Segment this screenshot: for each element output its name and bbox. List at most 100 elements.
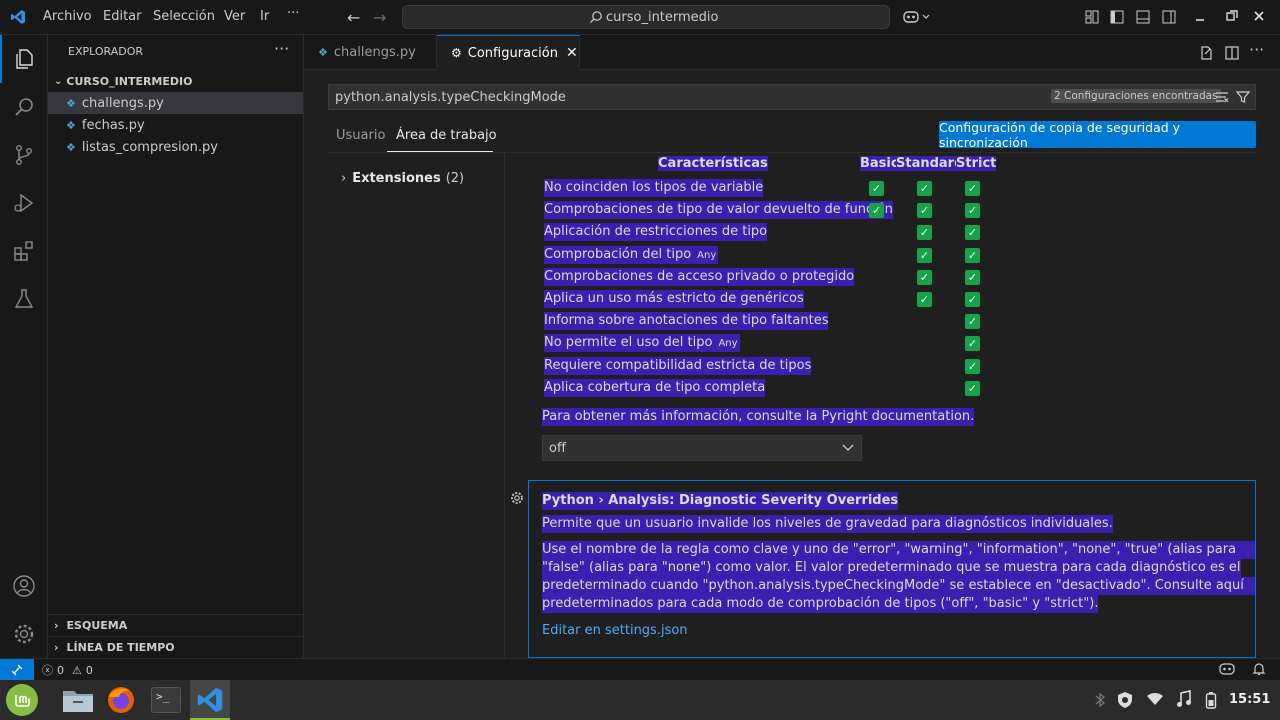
tree-item-extensiones[interactable]: › Extensiones (2) <box>341 171 464 186</box>
vscode-logo-icon[interactable] <box>10 9 26 25</box>
override-desc-2-line-1: Use el nombre de la regla como clave y u… <box>542 541 1255 575</box>
account-icon[interactable] <box>0 562 48 610</box>
toggle-panel-icon[interactable] <box>1136 10 1150 24</box>
clear-filter-icon[interactable] <box>1215 91 1229 103</box>
remote-indicator[interactable] <box>0 659 34 680</box>
notifications-bell-icon[interactable] <box>1252 662 1266 676</box>
check-mark-icon: ✓ <box>965 292 980 307</box>
menu-more-button[interactable]: ··· <box>287 6 299 21</box>
toggle-primary-sidebar-icon[interactable] <box>1110 10 1124 24</box>
back-arrow-icon[interactable]: ← <box>347 8 360 27</box>
override-desc-1: Permite que un usuario invalide los nive… <box>542 515 1113 533</box>
battery-icon[interactable] <box>1205 691 1217 709</box>
testing-flask-icon[interactable] <box>0 275 48 323</box>
title-bar: Archivo Editar Selección Ver Ir ··· ← → … <box>0 0 1280 35</box>
forward-arrow-icon[interactable]: → <box>373 8 386 27</box>
chevron-down-icon: ⌄ <box>54 75 63 87</box>
close-window-icon[interactable] <box>1253 10 1265 22</box>
command-center-search[interactable]: curso_intermedio <box>402 5 890 29</box>
explorer-icon[interactable] <box>0 35 48 83</box>
python-file-icon: ❖ <box>66 118 76 132</box>
vscode-taskbar-item[interactable] <box>190 680 230 720</box>
feature-row-label: Aplica cobertura de tipo completa <box>544 378 766 397</box>
warning-count: 0 <box>85 663 93 677</box>
files-app-icon[interactable] <box>62 686 94 714</box>
sidebar-more-button[interactable]: ··· <box>274 39 289 58</box>
override-desc-2-line-3: predeterminado cuando "python.analysis.t… <box>542 577 1255 611</box>
tab-configuracion[interactable]: ⚙ Configuración ✕ <box>437 35 580 70</box>
backup-sync-button[interactable]: Configuración de copia de seguridad y si… <box>939 120 1256 150</box>
terminal-icon[interactable]: >_ <box>151 687 181 713</box>
override-title: Python › Analysis: Diagnostic Severity O… <box>542 492 899 510</box>
folder-header[interactable]: ⌄ CURSO_INTERMEDIO <box>48 70 303 92</box>
check-mark-icon: ✓ <box>917 292 932 307</box>
mint-menu-icon[interactable] <box>6 684 38 716</box>
table-header-basic: Basic <box>860 156 899 171</box>
file-item-fechas[interactable]: ❖ fechas.py <box>48 114 303 136</box>
edit-settings-json-link[interactable]: Editar en settings.json <box>542 623 688 638</box>
feature-label-text: Aplicación de restricciones de tipo <box>544 224 768 240</box>
feature-row-label: Comprobación del tipo Any <box>544 245 719 264</box>
extensions-icon[interactable] <box>0 227 48 275</box>
tree-item-label: Extensiones <box>352 171 441 186</box>
settings-search-input[interactable]: python.analysis.typeCheckingMode 2 Confi… <box>328 84 1256 110</box>
clock[interactable]: 15:51 <box>1229 692 1270 707</box>
scope-tab-workspace[interactable]: Área de trabajo <box>396 128 497 143</box>
search-icon <box>589 10 603 24</box>
tree-divider <box>504 153 505 658</box>
editor-more-button[interactable]: ··· <box>1249 40 1264 59</box>
split-editor-icon[interactable] <box>1224 45 1240 61</box>
menu-ir[interactable]: Ir <box>260 9 269 24</box>
filter-icon[interactable] <box>1236 90 1250 104</box>
outline-section[interactable]: › ESQUEMA <box>48 614 303 636</box>
feature-label-text: Requiere compatibilidad estricta de tipo… <box>544 357 812 373</box>
manage-gear-icon[interactable] <box>0 610 48 658</box>
feature-label-text: No coinciden los tipos de variable <box>544 180 764 195</box>
menu-seleccion[interactable]: Selección <box>153 9 215 24</box>
copilot-icon[interactable] <box>903 9 933 25</box>
run-debug-icon[interactable] <box>0 179 48 227</box>
inline-code: Any <box>697 249 717 261</box>
source-control-icon[interactable] <box>0 131 48 179</box>
python-file-icon: ❖ <box>66 96 76 110</box>
file-item-listas[interactable]: ❖ listas_compresion.py <box>48 136 303 158</box>
table-header-features: Características <box>658 156 768 171</box>
music-note-icon[interactable] <box>1176 690 1192 708</box>
menu-archivo[interactable]: Archivo <box>43 9 92 24</box>
timeline-section[interactable]: › LÍNEA DE TIEMPO <box>48 636 303 658</box>
tab-challengs[interactable]: ❖ challengs.py <box>304 35 437 70</box>
type-checking-select[interactable]: off <box>542 435 862 461</box>
shield-icon[interactable] <box>1117 691 1133 709</box>
more-info-text: Para obtener más información, consulte l… <box>542 408 975 426</box>
setting-gear-icon[interactable] <box>510 491 524 505</box>
customize-layout-icon[interactable] <box>1085 10 1099 24</box>
check-mark-icon: ✓ <box>869 181 884 196</box>
sidebar-title: EXPLORADOR <box>68 45 144 58</box>
found-count-badge: 2 Configuraciones encontradas <box>1051 89 1221 103</box>
wifi-icon[interactable] <box>1146 692 1164 706</box>
bluetooth-icon[interactable] <box>1094 692 1106 708</box>
feature-label-text: Aplica un uso más estricto de genéricos <box>544 291 804 306</box>
problems-indicator[interactable]: ⓧ 0 ⚠ 0 <box>42 662 93 678</box>
copilot-status-icon[interactable] <box>1219 662 1235 676</box>
scope-tab-usuario[interactable]: Usuario <box>336 128 385 143</box>
close-tab-icon[interactable]: ✕ <box>566 45 578 61</box>
feature-row-label: No permite el uso del tipo Any <box>544 334 740 353</box>
check-mark-icon: ✓ <box>917 181 932 196</box>
vscode-app-icon <box>196 686 224 714</box>
check-mark-icon: ✓ <box>965 247 980 263</box>
restore-icon[interactable] <box>1226 10 1238 22</box>
tab-label: Configuración <box>467 45 558 61</box>
menu-editar[interactable]: Editar <box>103 9 142 24</box>
feature-row-label: No coinciden los tipos de variable <box>544 179 764 197</box>
file-item-challengs[interactable]: ❖ challengs.py <box>48 92 303 114</box>
folder-name: CURSO_INTERMEDIO <box>66 74 193 88</box>
minimize-icon[interactable] <box>1194 10 1206 24</box>
open-settings-json-icon[interactable] <box>1198 45 1214 61</box>
inline-code: Any <box>718 338 738 350</box>
search-icon[interactable] <box>0 83 48 131</box>
toggle-secondary-sidebar-icon[interactable] <box>1162 10 1176 24</box>
check-mark-icon: ✓ <box>965 269 980 285</box>
firefox-icon[interactable] <box>106 685 136 715</box>
menu-ver[interactable]: Ver <box>224 9 245 24</box>
